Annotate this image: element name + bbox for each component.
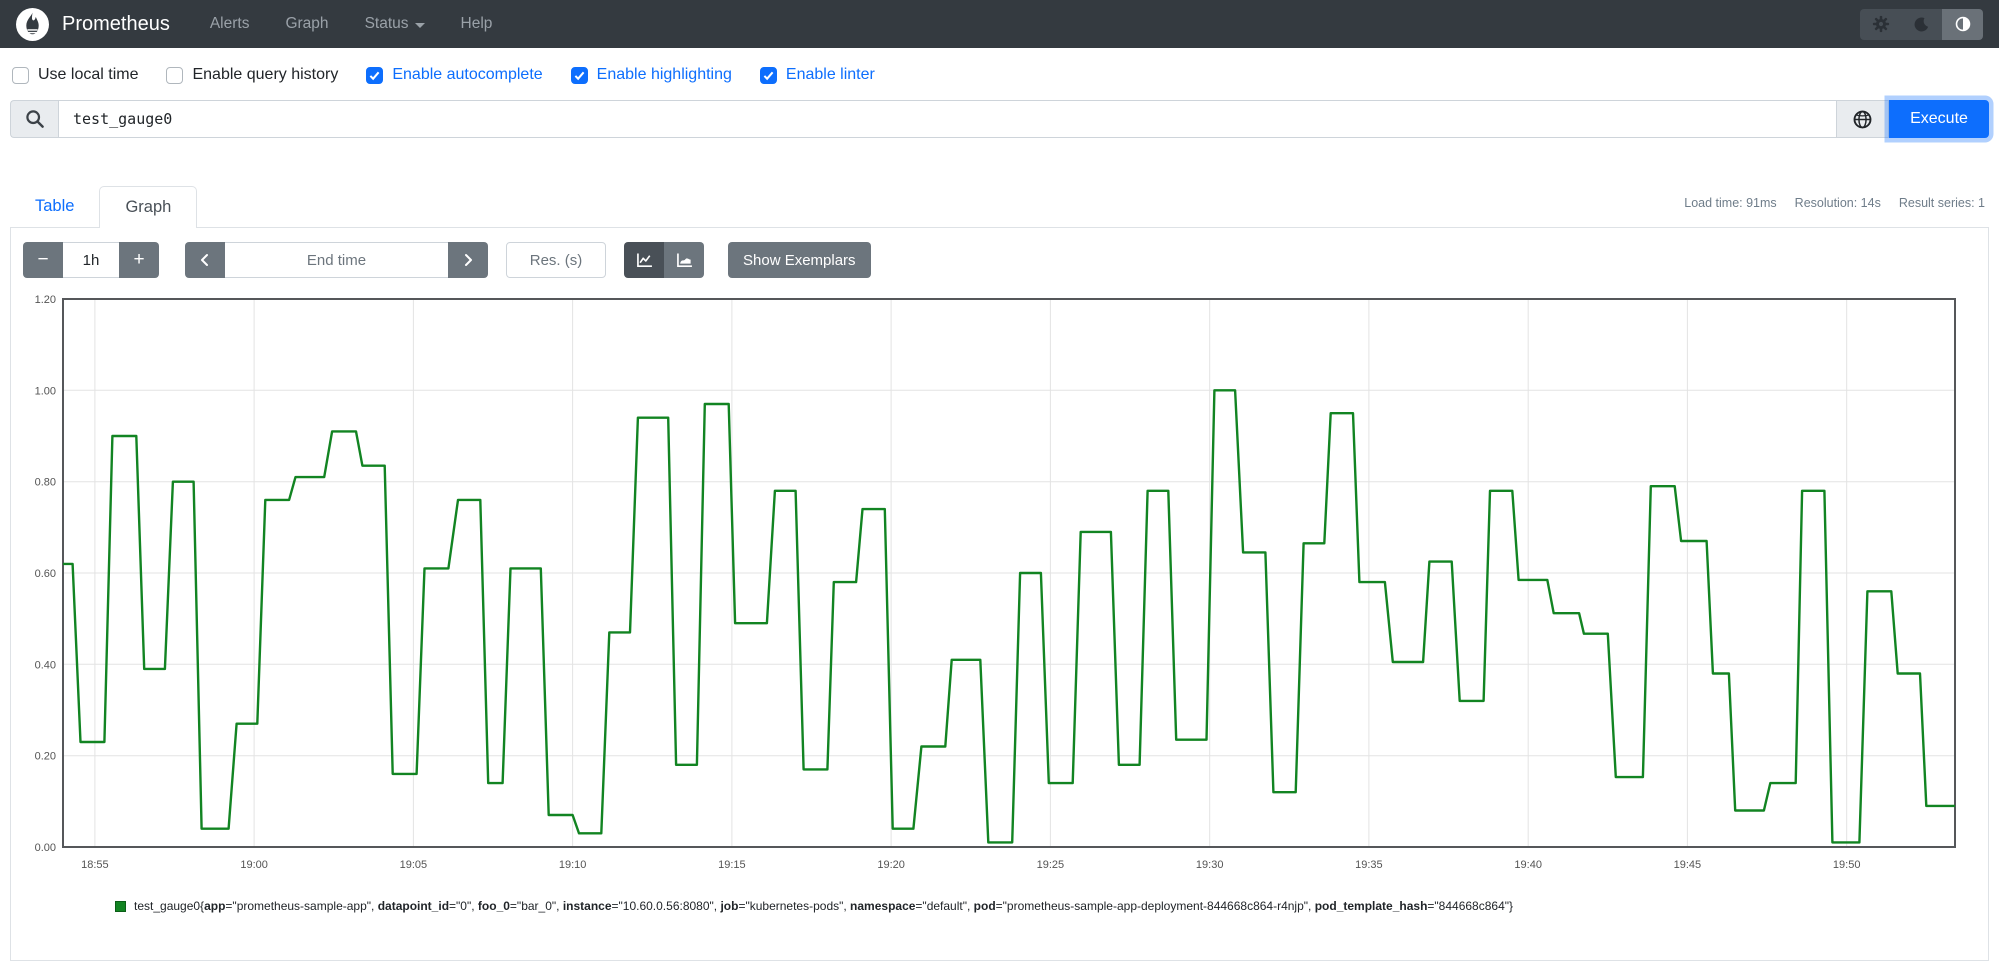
- query-expression-input[interactable]: [58, 100, 1837, 138]
- range-input[interactable]: [63, 242, 119, 278]
- checkbox-icon[interactable]: [166, 66, 184, 84]
- checkbox-icon[interactable]: [759, 66, 777, 84]
- nav-link-help[interactable]: Help: [461, 15, 493, 33]
- svg-text:19:10: 19:10: [559, 859, 587, 871]
- end-time-group: [185, 242, 488, 278]
- tabs-row: Table Graph Load time: 91ms Resolution: …: [10, 186, 1989, 228]
- checkbox-icon[interactable]: [570, 66, 588, 84]
- svg-text:19:45: 19:45: [1674, 859, 1702, 871]
- svg-text:19:15: 19:15: [718, 859, 746, 871]
- svg-text:0.80: 0.80: [35, 477, 56, 489]
- resolution: Resolution: 14s: [1794, 196, 1881, 210]
- svg-text:19:35: 19:35: [1355, 859, 1383, 871]
- chevron-down-icon: [414, 22, 425, 28]
- tab-graph[interactable]: Graph: [99, 186, 198, 228]
- nav-link-graph[interactable]: Graph: [285, 15, 328, 33]
- legend: test_gauge0{app="prometheus-sample-app",…: [115, 899, 1976, 913]
- options-row: Use local time Enable query history Enab…: [0, 48, 1999, 88]
- search-icon: [10, 100, 58, 138]
- series-color-swatch: [115, 901, 126, 912]
- option-enable-autocomplete[interactable]: Enable autocomplete: [366, 66, 543, 84]
- option-enable-query-history[interactable]: Enable query history: [166, 66, 338, 84]
- option-use-local-time[interactable]: Use local time: [12, 66, 138, 84]
- brand-title: Prometheus: [62, 12, 170, 35]
- svg-text:19:20: 19:20: [877, 859, 905, 871]
- svg-text:19:25: 19:25: [1037, 859, 1065, 871]
- settings-gear-icon[interactable]: [1860, 8, 1901, 40]
- svg-text:0.40: 0.40: [35, 659, 56, 671]
- svg-text:0.00: 0.00: [35, 842, 56, 854]
- svg-text:0.20: 0.20: [35, 751, 56, 763]
- metrics-explorer-globe-icon[interactable]: [1837, 100, 1889, 138]
- option-label: Enable autocomplete: [392, 66, 543, 83]
- result-series: Result series: 1: [1898, 196, 1985, 210]
- theme-toggle-group: [1860, 8, 1983, 40]
- svg-text:1.00: 1.00: [35, 385, 56, 397]
- resolution-input[interactable]: [506, 242, 606, 278]
- svg-text:19:50: 19:50: [1833, 859, 1861, 871]
- time-back-button[interactable]: [185, 242, 225, 278]
- time-forward-button[interactable]: [448, 242, 488, 278]
- nav-link-alerts[interactable]: Alerts: [210, 15, 250, 33]
- brand[interactable]: Prometheus: [16, 7, 170, 41]
- svg-text:1.20: 1.20: [35, 294, 56, 306]
- checkbox-icon[interactable]: [366, 66, 384, 84]
- nav-links: Alerts Graph Status Help: [210, 15, 493, 33]
- option-label: Enable linter: [785, 66, 875, 83]
- range-group: − +: [23, 242, 159, 278]
- option-enable-linter[interactable]: Enable linter: [759, 66, 875, 84]
- end-time-input[interactable]: [225, 242, 448, 278]
- svg-text:18:55: 18:55: [81, 859, 109, 871]
- svg-text:0.60: 0.60: [35, 568, 56, 580]
- prometheus-logo-icon: [16, 7, 49, 41]
- execute-button[interactable]: Execute: [1889, 100, 1989, 138]
- load-time: Load time: 91ms: [1684, 196, 1777, 210]
- nav-link-status[interactable]: Status: [365, 15, 425, 33]
- svg-text:19:40: 19:40: [1514, 859, 1542, 871]
- series-label[interactable]: test_gauge0{app="prometheus-sample-app",…: [134, 899, 1513, 913]
- chart-type-toggle: [624, 242, 704, 278]
- navbar: Prometheus Alerts Graph Status Help: [0, 0, 1999, 48]
- graph-svg[interactable]: 0.00 0.20 0.40 0.60 0.80 1.00 1.20 18:55 19:00 19…: [23, 291, 1973, 873]
- graph-panel: − +: [10, 228, 1989, 961]
- range-decrease-button[interactable]: −: [23, 242, 63, 278]
- query-row: Execute: [10, 100, 1989, 138]
- option-label: Enable query history: [192, 66, 339, 83]
- option-label: Enable highlighting: [596, 66, 732, 83]
- tab-table[interactable]: Table: [10, 186, 99, 227]
- checkbox-icon[interactable]: [12, 66, 29, 84]
- query-stats: Load time: 91ms Resolution: 14s Result s…: [1684, 196, 1985, 210]
- stacked-chart-icon[interactable]: [664, 242, 704, 278]
- option-enable-highlighting[interactable]: Enable highlighting: [570, 66, 732, 84]
- show-exemplars-button[interactable]: Show Exemplars: [728, 242, 871, 278]
- svg-text:19:05: 19:05: [400, 859, 428, 871]
- range-increase-button[interactable]: +: [119, 242, 159, 278]
- graph-controls: − +: [23, 242, 1976, 278]
- svg-text:19:30: 19:30: [1196, 859, 1224, 871]
- line-chart-icon[interactable]: [624, 242, 664, 278]
- dark-mode-moon-icon[interactable]: [1901, 8, 1942, 40]
- option-label: Use local time: [38, 66, 139, 83]
- svg-text:19:00: 19:00: [240, 859, 268, 871]
- auto-theme-contrast-icon[interactable]: [1942, 8, 1983, 40]
